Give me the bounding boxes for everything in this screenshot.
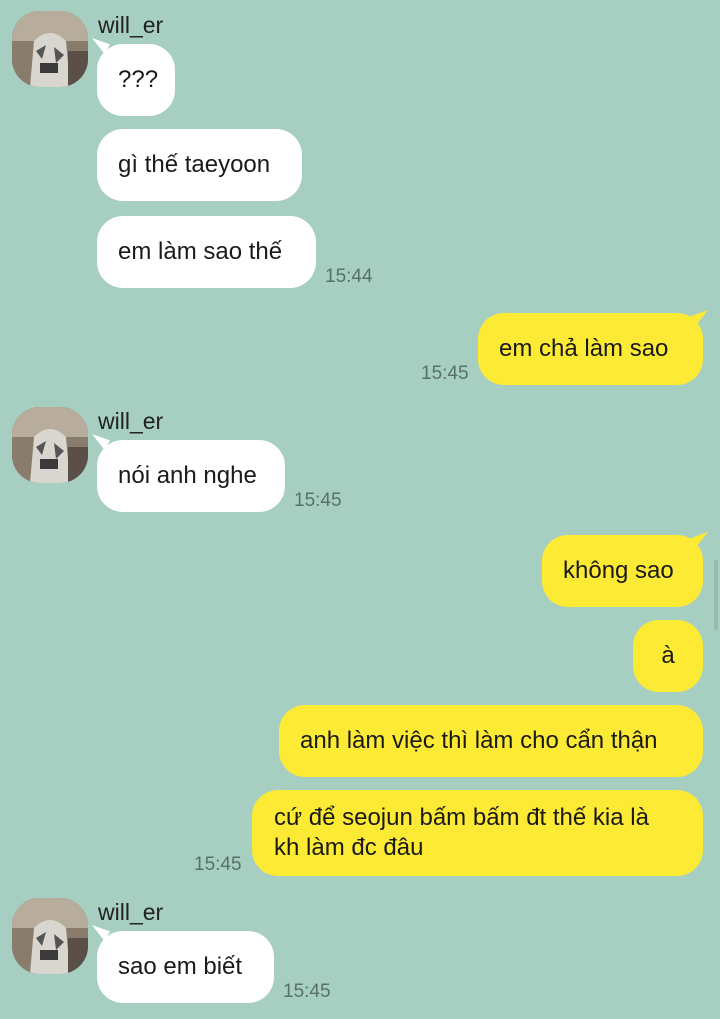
avatar[interactable]	[12, 898, 88, 974]
message-text: gì thế taeyoon	[118, 151, 271, 178]
message-bubble-incoming[interactable]: gì thế taeyoon	[97, 129, 302, 201]
message-text: em chả làm sao	[499, 335, 669, 362]
message-timestamp: 15:45	[194, 854, 242, 875]
avatar[interactable]	[12, 407, 88, 483]
message-bubble-outgoing[interactable]: em chả làm sao	[478, 313, 703, 385]
message-text: à	[661, 642, 675, 669]
avatar-photo-icon	[12, 11, 88, 87]
message-bubble-outgoing[interactable]: à	[633, 620, 703, 692]
message-text: nói anh nghe	[118, 462, 257, 489]
message-timestamp: 15:45	[283, 981, 331, 1002]
message-text: em làm sao thế	[118, 238, 283, 265]
message-bubble-outgoing[interactable]: anh làm việc thì làm cho cẩn thận	[279, 705, 703, 777]
message-bubble-outgoing[interactable]: cứ để seojun bấm bấm đt thế kia là kh là…	[252, 790, 703, 876]
message-bubble-incoming[interactable]: sao em biết	[97, 931, 274, 1003]
scrollbar[interactable]	[714, 560, 718, 630]
message-timestamp: 15:45	[421, 363, 469, 384]
message-text: cứ để seojun bấm bấm đt thế kia là kh là…	[274, 804, 649, 861]
avatar-photo-icon	[12, 898, 88, 974]
avatar-photo-icon	[12, 407, 88, 483]
message-timestamp: 15:44	[325, 266, 373, 287]
message-bubble-incoming[interactable]: nói anh nghe	[97, 440, 285, 512]
message-bubble-outgoing[interactable]: không sao	[542, 535, 703, 607]
message-text: sao em biết	[118, 953, 243, 980]
message-bubble-incoming[interactable]: em làm sao thế	[97, 216, 316, 288]
avatar[interactable]	[12, 11, 88, 87]
sender-name: will_er	[98, 408, 164, 434]
message-bubble-incoming[interactable]: ???	[97, 44, 175, 116]
message-text: anh làm việc thì làm cho cẩn thận	[300, 727, 658, 754]
sender-name: will_er	[98, 899, 164, 925]
sender-name: will_er	[98, 12, 164, 38]
message-text: không sao	[563, 557, 674, 584]
message-text: ???	[118, 66, 159, 93]
message-timestamp: 15:45	[294, 490, 342, 511]
